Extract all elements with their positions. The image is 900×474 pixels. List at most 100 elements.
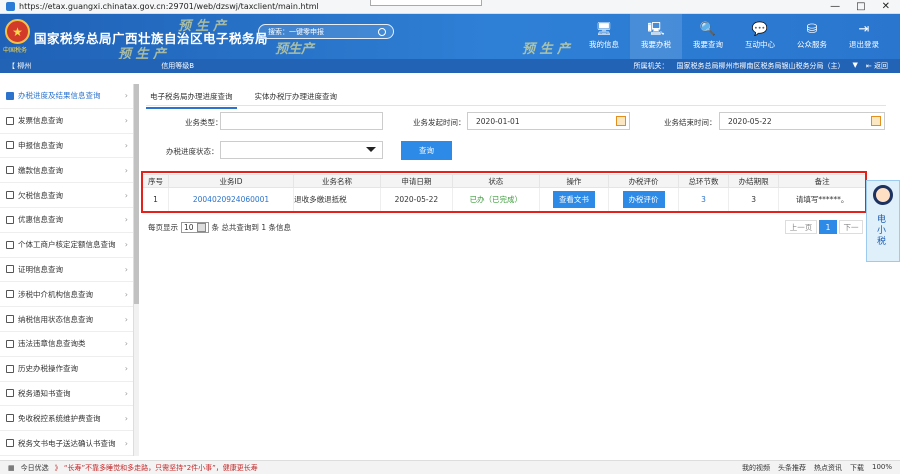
sidebar-item[interactable]: 纳税信用状态信息查询 › (0, 307, 133, 332)
news-icon: ▦ (8, 463, 15, 472)
status-label: 办税进度状态： (166, 147, 219, 156)
search-input[interactable]: 搜索：一键零申报 (258, 24, 394, 39)
menu-item-icon (6, 364, 14, 373)
sidebar-item[interactable]: 欠税信息查询 › (0, 183, 133, 208)
org-dropdown-icon[interactable]: ▼ (853, 61, 858, 71)
scrollbar-thumb[interactable] (134, 84, 139, 304)
sidebar-item[interactable]: 涉税中介机构信息查询 › (0, 282, 133, 308)
calendar-icon[interactable] (616, 116, 626, 126)
assistant-robot[interactable]: 电小税 (866, 180, 900, 262)
end-date-input[interactable]: 2020-05-22 (719, 112, 885, 130)
robot-label: 电小税 (877, 215, 887, 247)
browser-address-bar: https://etax.guangxi.chinatax.gov.cn:297… (0, 0, 900, 14)
robot-avatar-icon (873, 185, 893, 205)
sidebar-item-label: 税务通知书查询 (18, 388, 71, 398)
chevron-right-icon: › (124, 289, 128, 299)
menu-item-icon (6, 290, 14, 299)
tax-emblem-icon: ★ (5, 19, 30, 44)
chevron-right-icon: › (124, 240, 128, 250)
sidebar-scrollbar[interactable] (134, 84, 139, 456)
chevron-right-icon: › (124, 438, 128, 448)
start-date-input[interactable]: 2020-01-01 (467, 112, 630, 130)
sidebar-item[interactable]: 证明信息查询 › (0, 258, 133, 283)
minimize-button[interactable]: — (830, 1, 840, 12)
sidebar-item-label: 纳税信用状态信息查询 (18, 314, 93, 324)
sidebar-item[interactable]: 违法违章信息查询类 › (0, 332, 133, 357)
end-date-value: 2020-05-22 (728, 116, 772, 126)
nav-search-doc[interactable]: 🔍 我要查询 (682, 14, 734, 59)
per-page-select[interactable]: 10 (181, 222, 209, 233)
status-select[interactable] (220, 141, 383, 159)
close-button[interactable]: ✕ (882, 1, 890, 12)
sidebar-item[interactable]: 历史办税操作查询 › (0, 357, 133, 382)
sidebar-item[interactable]: 优惠信息查询 › (0, 208, 133, 233)
user-location: 【 柳州 (8, 62, 32, 70)
chevron-right-icon: › (124, 215, 128, 225)
sidebar-item[interactable]: 免收税控系统维护费查询 › (0, 406, 133, 432)
sidebar-item[interactable]: 税务通知书查询 › (0, 382, 133, 407)
sidebar-item-label: 免收税控系统维护费查询 (18, 413, 101, 423)
sidebar: 办税进度及结果信息查询 › 发票信息查询 › 申报信息查询 › 缴款信息查询 › 欠税信息查询 ›… (0, 84, 134, 456)
back-link[interactable]: ⇤ 返回 (866, 61, 888, 71)
menu-item-icon (6, 191, 14, 200)
pagination: 上一页 1 下一 (785, 220, 863, 234)
news-ticker[interactable]: 》 “长寿”不靠多睡觉和多走路，只需坚持“2件小事”，健康更长寿 (55, 463, 258, 473)
chevron-right-icon: › (124, 314, 128, 324)
chevron-right-icon: › (124, 140, 128, 150)
nav-label: 我要查询 (693, 40, 723, 49)
search-icon[interactable] (378, 27, 386, 36)
sidebar-item-label: 申报信息查询 (18, 140, 63, 150)
org-value[interactable]: 国家税务总局柳州市柳南区税务局银山税务分局（主） (677, 61, 845, 71)
status-item[interactable]: 头条推荐 (778, 463, 806, 473)
status-item[interactable]: 我的视频 (742, 463, 770, 473)
sidebar-item[interactable]: 申报信息查询 › (0, 134, 133, 159)
today-pick[interactable]: 今日优选 (21, 463, 49, 473)
nav-chat[interactable]: 💬 互动中心 (734, 14, 786, 59)
query-button[interactable]: 查询 (401, 141, 452, 160)
chevron-right-icon: › (124, 413, 128, 423)
sidebar-item[interactable]: 发票信息查询 › (0, 109, 133, 134)
chevron-right-icon: › (124, 339, 128, 349)
menu-item-icon (6, 116, 14, 125)
calendar-icon[interactable] (871, 116, 881, 126)
user-info-bar: 【 柳州 信用等级B 所属机关： 国家税务总局柳州市柳南区税务局银山税务分局（主… (0, 59, 900, 73)
menu-item-icon (6, 265, 14, 274)
browser-tab-tooltip (370, 0, 482, 6)
chevron-right-icon: › (124, 91, 128, 101)
nav-logout[interactable]: ⇥ 退出登录 (838, 14, 890, 59)
sidebar-item-label: 办税进度及结果信息查询 (18, 91, 101, 101)
maximize-button[interactable]: □ (856, 1, 865, 12)
chevron-down-icon (196, 223, 206, 232)
watermark: 预 生 产 (522, 42, 571, 57)
next-page-button[interactable]: 下一 (839, 220, 863, 234)
browser-status-bar: ▦ 今日优选 》 “长寿”不靠多睡觉和多走路，只需坚持“2件小事”，健康更长寿 … (0, 460, 900, 474)
nav-desktop[interactable]: 🖳 我要办税 (630, 14, 682, 59)
chevron-right-icon: › (124, 364, 128, 374)
status-item[interactable]: 下载 (850, 463, 864, 473)
nav-monitor[interactable]: 🖥 我的信息 (578, 14, 630, 59)
menu-item-icon (6, 166, 14, 175)
org-label: 所属机关： (633, 62, 669, 70)
sidebar-item[interactable]: 个体工商户核定定额信息查询 › (0, 233, 133, 258)
status-item[interactable]: 100% (872, 463, 892, 473)
biz-type-input[interactable] (220, 112, 383, 130)
status-item[interactable]: 热点资讯 (814, 463, 842, 473)
per-page-label: 每页显示 (148, 223, 178, 232)
page-1-button[interactable]: 1 (819, 220, 837, 234)
credit-level: 信用等级B (161, 62, 195, 70)
nav-layers[interactable]: ⛁ 公众服务 (786, 14, 838, 59)
chevron-right-icon: › (124, 388, 128, 398)
highlight-box (141, 171, 867, 213)
biz-type-label: 业务类型： (185, 118, 223, 127)
sidebar-item[interactable]: 税务文书电子送达确认书查询 › (0, 431, 133, 456)
sidebar-item[interactable]: 缴款信息查询 › (0, 158, 133, 184)
sidebar-item[interactable]: 办税进度及结果信息查询 › (0, 84, 133, 109)
sidebar-item-label: 证明信息查询 (18, 264, 63, 274)
prev-page-button[interactable]: 上一页 (785, 220, 817, 234)
back-icon: ⇤ (865, 62, 874, 70)
sidebar-item-label: 违法违章信息查询类 (18, 339, 86, 349)
nav-label: 我的信息 (589, 40, 619, 49)
nav-label: 公众服务 (797, 40, 827, 49)
sidebar-item-label: 优惠信息查询 (18, 215, 63, 225)
nav-label: 我要办税 (641, 40, 671, 49)
